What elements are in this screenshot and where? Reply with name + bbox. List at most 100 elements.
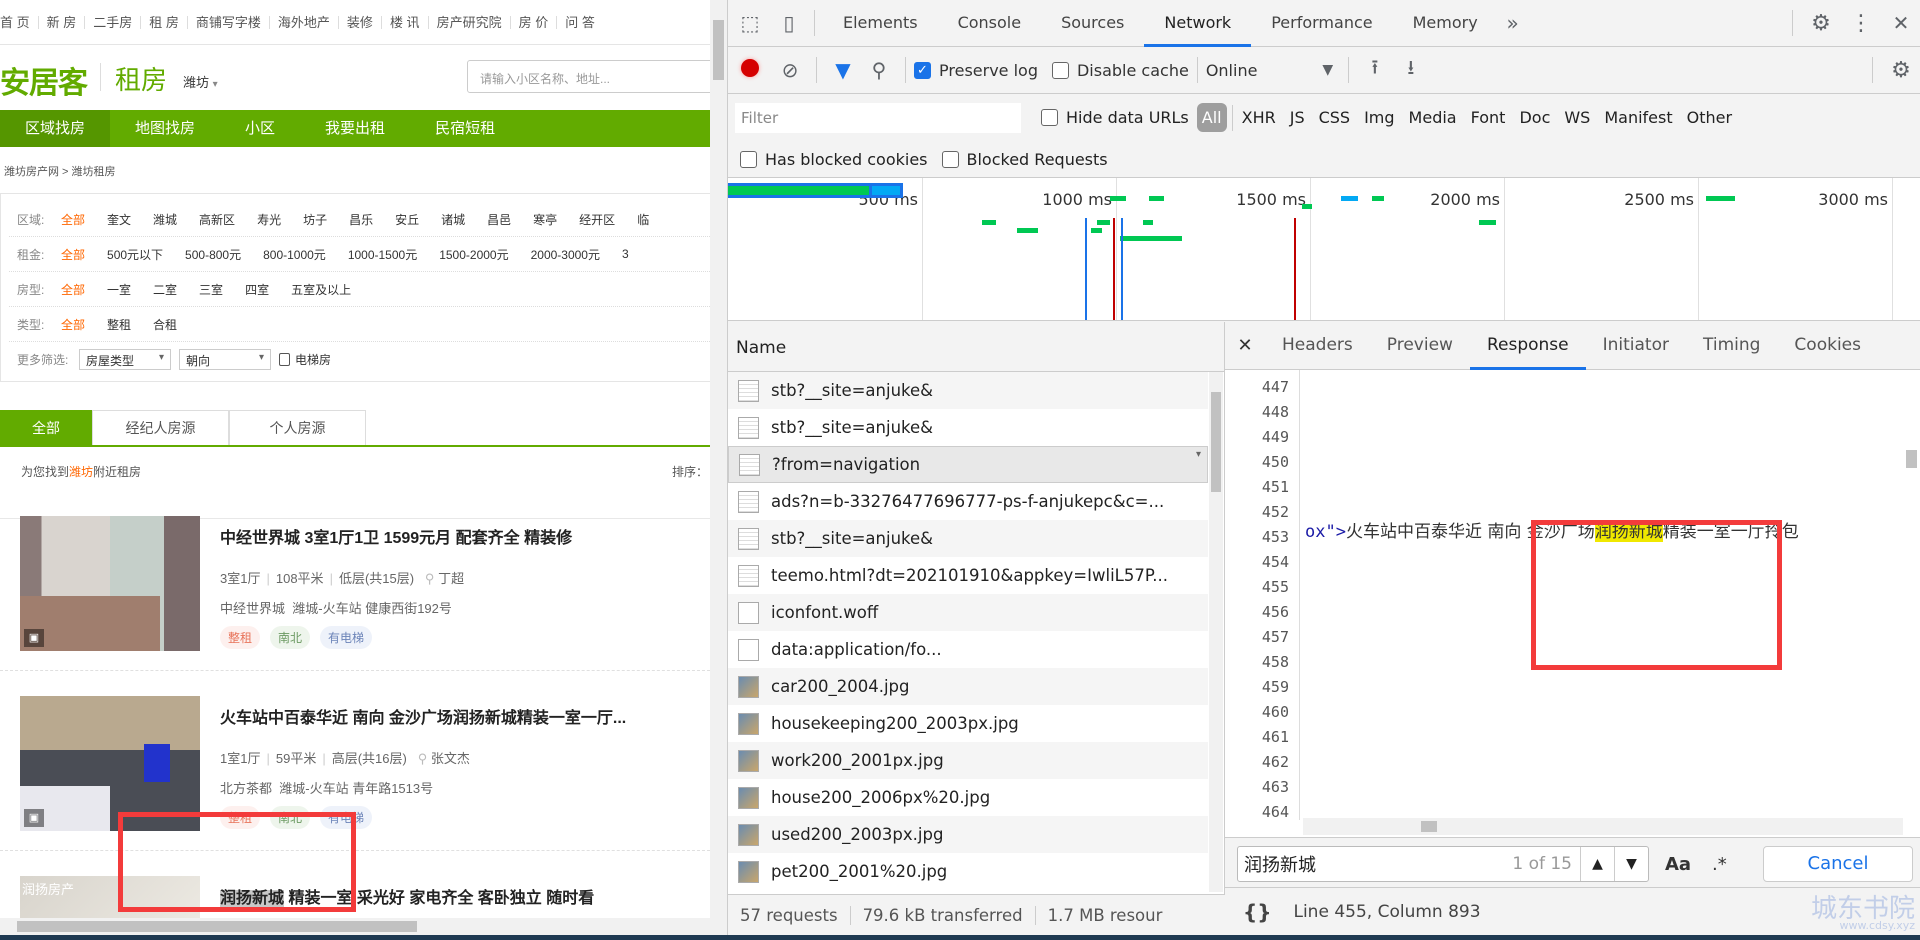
city-selector[interactable]: 潍坊 ▾ — [183, 72, 218, 91]
request-row[interactable]: house200_2006px%20.jpg — [728, 779, 1208, 816]
filter-option[interactable]: 全部 — [61, 211, 85, 228]
regex-button[interactable]: .* — [1712, 854, 1727, 875]
sort-label[interactable]: 排序： — [672, 463, 708, 480]
import-har-icon[interactable]: ⭱ — [1357, 53, 1393, 87]
listing-item[interactable]: ▣ 中经世界城 3室1厅1卫 1599元月 配套齐全 精装修 3室1厅 | 108平… — [0, 491, 710, 671]
tab-memory[interactable]: Memory — [1393, 0, 1498, 47]
request-list-scrollbar[interactable] — [1209, 372, 1223, 892]
type-filter-manifest[interactable]: Manifest — [1597, 108, 1679, 127]
filter-option[interactable]: 整租 — [107, 316, 131, 333]
filter-option[interactable]: 1500-2000元 — [439, 246, 508, 263]
filter-option[interactable]: 全部 — [61, 281, 85, 298]
topnav-decoration[interactable]: 装修 — [339, 15, 382, 29]
filter-option[interactable]: 高新区 — [199, 211, 235, 228]
next-match-icon[interactable]: ▼ — [1614, 847, 1648, 881]
filter-option[interactable]: 1000-1500元 — [348, 246, 417, 263]
export-har-icon[interactable]: ⭳ — [1393, 53, 1429, 87]
nav-rent-out[interactable]: 我要出租 — [300, 110, 410, 147]
filter-option[interactable]: 经开区 — [579, 211, 615, 228]
breadcrumb[interactable]: 潍坊房产网 > 潍坊租房 — [4, 163, 116, 179]
tab-response[interactable]: Response — [1469, 322, 1586, 370]
filter-option[interactable]: 安丘 — [395, 211, 419, 228]
tab-agent[interactable]: 经纪人房源 — [92, 410, 229, 445]
filter-option[interactable]: 3 — [622, 247, 629, 261]
filter-option[interactable]: 一室 — [107, 281, 131, 298]
listing-title[interactable]: 火车站中百泰华近 南向 金沙广场润扬新城精装一室一厅... — [220, 704, 626, 728]
network-settings-gear-icon[interactable]: ⚙ — [1881, 58, 1920, 83]
request-row[interactable]: ?from=navigation — [728, 446, 1208, 483]
blocked-requests-checkbox[interactable] — [941, 150, 959, 168]
filter-option[interactable]: 昌邑 — [487, 211, 511, 228]
filter-input[interactable]: Filter — [735, 102, 1021, 133]
request-row[interactable]: iconfont.woff — [728, 594, 1208, 631]
close-icon[interactable]: ✕ — [1881, 11, 1920, 35]
tab-cookies[interactable]: Cookies — [1777, 322, 1878, 370]
request-row[interactable]: pet200_2001%20.jpg — [728, 853, 1208, 890]
filter-option[interactable]: 二室 — [153, 281, 177, 298]
request-row[interactable]: stb?__site=anjuke& — [728, 409, 1208, 446]
chevron-down-icon[interactable]: ▼ — [1316, 62, 1340, 78]
inspect-element-icon[interactable]: ⬚ — [728, 11, 772, 35]
has-blocked-cookies-checkbox[interactable] — [740, 150, 757, 168]
filter-option[interactable]: 500-800元 — [185, 246, 241, 263]
request-row[interactable]: teemo.html?dt=202101910&appkey=IwliL57P.… — [728, 557, 1208, 594]
tab-elements[interactable]: Elements — [823, 0, 938, 47]
name-column-header[interactable]: Name — [728, 322, 1224, 372]
hide-data-urls-checkbox[interactable] — [1041, 109, 1058, 126]
throttling-select[interactable]: Online — [1206, 61, 1316, 80]
type-filter-all[interactable]: All — [1196, 103, 1227, 132]
scrollbar-thumb[interactable] — [1906, 450, 1917, 468]
topnav-second-hand[interactable]: 二手房 — [85, 15, 142, 29]
response-vertical-scrollbar[interactable] — [1904, 370, 1919, 815]
more-tabs-icon[interactable]: » — [1498, 11, 1528, 35]
topnav-overseas[interactable]: 海外地产 — [270, 15, 339, 29]
type-filter-css[interactable]: CSS — [1312, 108, 1357, 127]
pretty-print-icon[interactable]: {} — [1243, 900, 1271, 924]
nav-homestay[interactable]: 民宿短租 — [410, 110, 520, 147]
match-case-button[interactable]: Aa — [1665, 854, 1691, 875]
search-field[interactable]: 润扬新城 1 of 15 ▲ ▼ — [1237, 846, 1649, 882]
orientation-select[interactable]: 朝向 — [179, 349, 271, 370]
device-toolbar-icon[interactable]: ▯ — [772, 11, 806, 35]
tab-preview[interactable]: Preview — [1370, 322, 1470, 370]
tab-initiator[interactable]: Initiator — [1586, 322, 1686, 370]
elevator-checkbox[interactable] — [279, 353, 290, 366]
close-icon[interactable]: ✕ — [1225, 335, 1265, 356]
filter-option[interactable]: 五室及以上 — [291, 281, 351, 298]
filter-option[interactable]: 潍城 — [153, 211, 177, 228]
topnav-home[interactable]: 首 页 — [0, 15, 39, 29]
request-row[interactable]: stb?__site=anjuke& — [728, 372, 1208, 409]
listing-photo[interactable]: ▣ — [20, 696, 200, 831]
logo[interactable]: 安居客 — [0, 58, 88, 102]
filter-option[interactable]: 昌乐 — [349, 211, 373, 228]
topnav-price[interactable]: 房 价 — [511, 15, 558, 29]
search-icon[interactable]: ⚲ — [861, 58, 897, 82]
listing-title[interactable]: 中经世界城 3室1厅1卫 1599元月 配套齐全 精装修 — [220, 524, 572, 548]
topnav-qa[interactable]: 问 答 — [557, 16, 603, 29]
filter-option[interactable]: 三室 — [199, 281, 223, 298]
type-filter-img[interactable]: Img — [1357, 108, 1401, 127]
search-query[interactable]: 润扬新城 — [1238, 851, 1512, 877]
type-filter-xhr[interactable]: XHR — [1235, 108, 1283, 127]
page-horizontal-scrollbar[interactable] — [0, 918, 727, 935]
disable-cache-checkbox[interactable] — [1051, 61, 1069, 79]
filter-option[interactable]: 坊子 — [303, 211, 327, 228]
tab-timing[interactable]: Timing — [1686, 322, 1777, 370]
request-row[interactable]: housekeeping200_2003px.jpg — [728, 705, 1208, 742]
filter-option[interactable]: 全部 — [61, 246, 85, 263]
request-row[interactable]: car200_2004.jpg — [728, 668, 1208, 705]
page-scrollbar[interactable] — [710, 0, 727, 918]
filter-option[interactable]: 合租 — [153, 316, 177, 333]
tab-all[interactable]: 全部 — [0, 410, 92, 445]
type-filter-doc[interactable]: Doc — [1512, 108, 1557, 127]
filter-option[interactable]: 800-1000元 — [263, 246, 326, 263]
gear-icon[interactable]: ⚙ — [1801, 11, 1841, 36]
filter-option[interactable]: 全部 — [61, 316, 85, 333]
type-filter-ws[interactable]: WS — [1557, 108, 1597, 127]
type-filter-font[interactable]: Font — [1464, 108, 1513, 127]
nav-map-search[interactable]: 地图找房 — [110, 110, 220, 147]
tab-performance[interactable]: Performance — [1251, 0, 1392, 47]
clear-icon[interactable]: ⊘ — [772, 58, 808, 82]
more-options-icon[interactable]: ⋮ — [1841, 11, 1881, 36]
summary-city[interactable]: 潍坊 — [69, 465, 93, 479]
